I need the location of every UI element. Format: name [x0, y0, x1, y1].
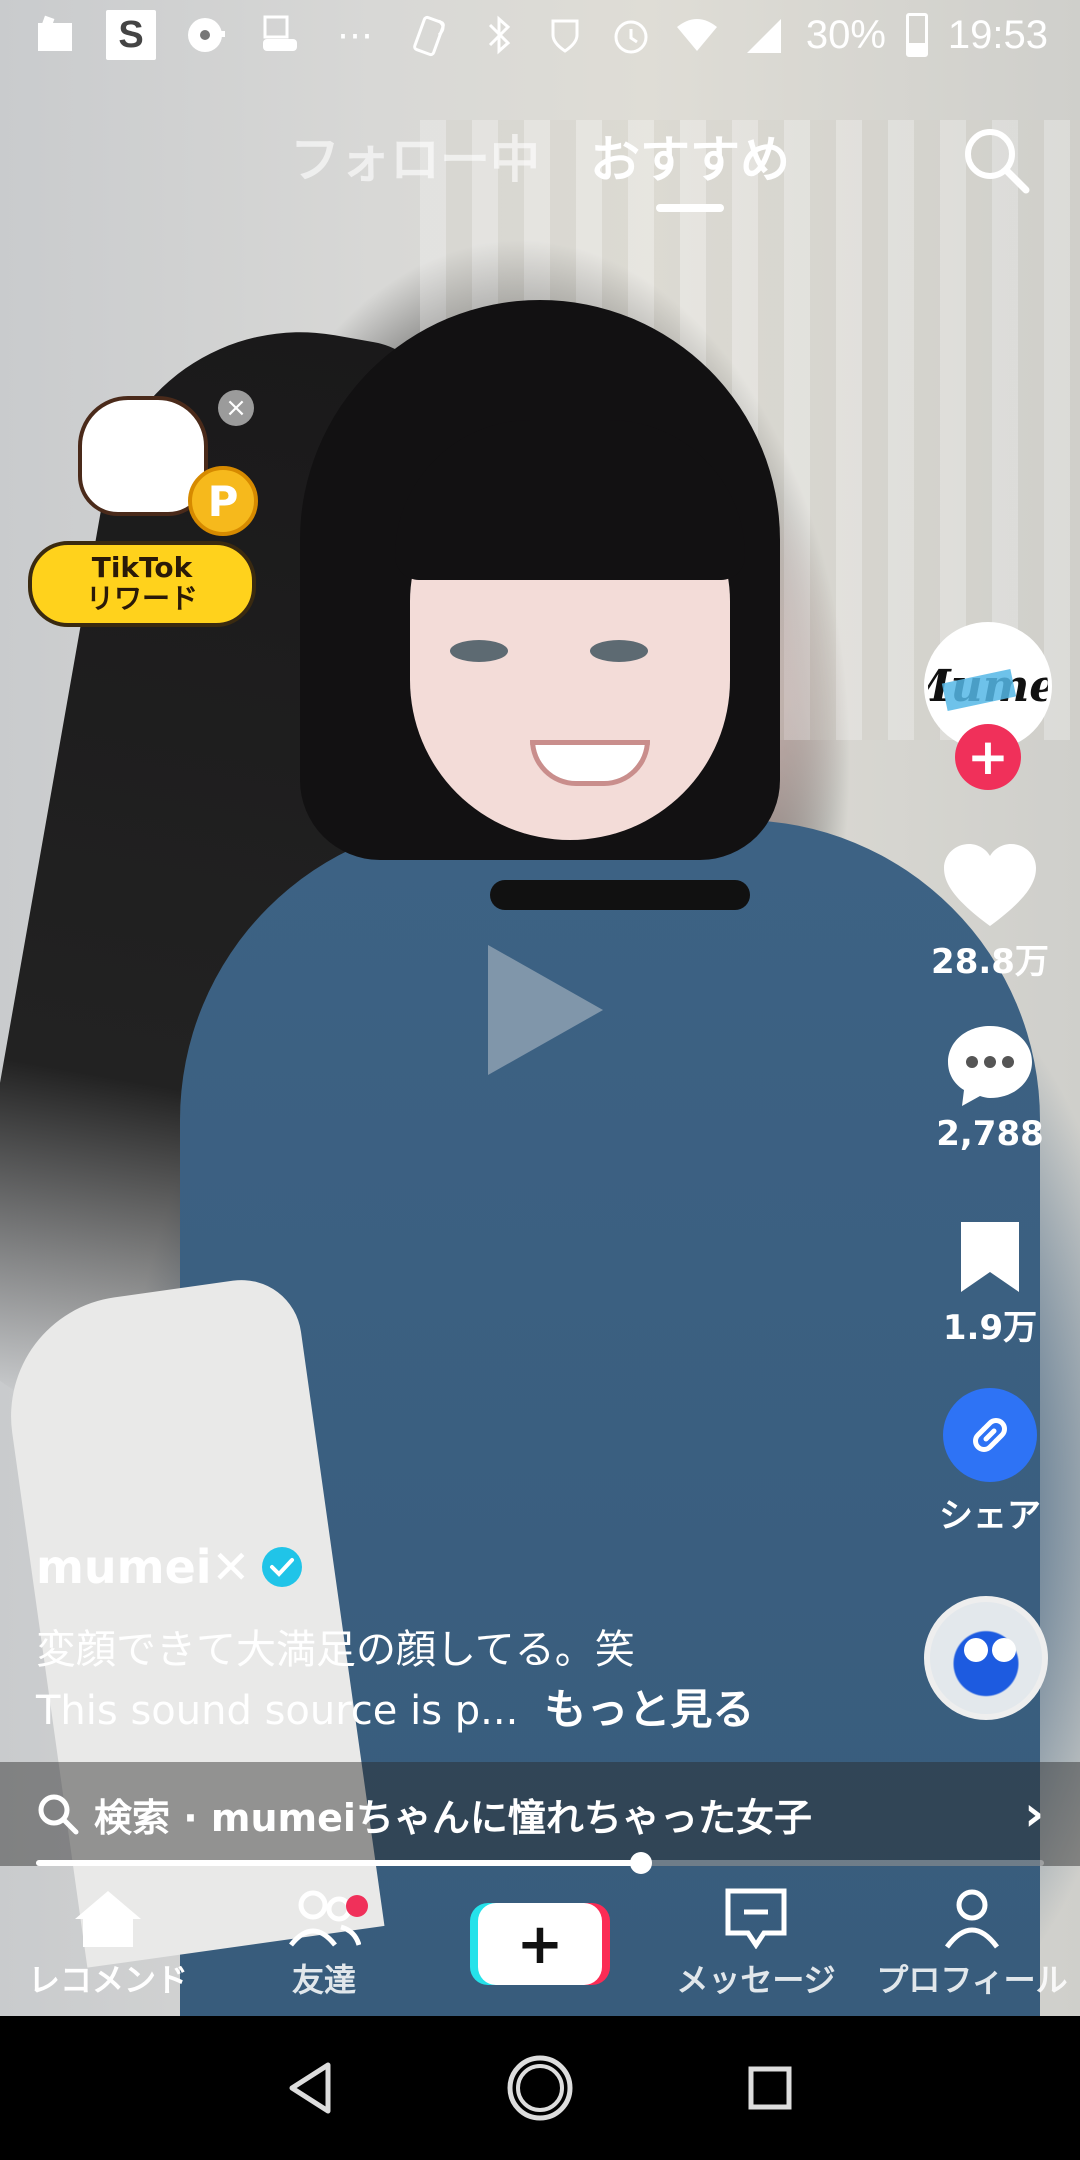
reward-line-1: TikTok	[91, 551, 193, 585]
car-notification-icon	[258, 12, 304, 58]
alarm-icon	[608, 12, 654, 58]
hearing-icon	[542, 12, 588, 58]
home-button-icon[interactable]	[505, 2053, 575, 2123]
nav-profile[interactable]: プロフィール	[864, 1887, 1080, 2001]
save-count: 1.9万	[942, 1308, 1038, 1348]
nav-inbox-label: メッセージ	[676, 1961, 836, 1999]
caption-text: 変顔できて大満足の顔してる。笑	[36, 1627, 635, 1673]
username-row[interactable]: mumei✕	[36, 1540, 303, 1594]
search-icon	[38, 1794, 79, 1835]
search-icon[interactable]	[960, 124, 1032, 196]
video-progress-thumb[interactable]	[629, 1852, 652, 1874]
chevron-right-icon: ›	[1024, 1786, 1044, 1842]
cell-signal-icon	[740, 12, 786, 58]
battery-icon	[905, 13, 928, 57]
nav-create[interactable]: +	[432, 1903, 648, 1985]
video-progress-bar[interactable]	[36, 1852, 1044, 1874]
nav-profile-label: プロフィール	[876, 1961, 1068, 1999]
share-label: シェア	[939, 1496, 1041, 1536]
link-icon	[943, 1388, 1037, 1482]
nav-home[interactable]: レコメンド	[0, 1887, 216, 2001]
like-count: 28.8万	[931, 942, 1049, 982]
battery-percent: 30%	[805, 12, 886, 57]
tab-for-you[interactable]: おすすめ	[590, 120, 790, 192]
reward-badge: TikTok リワード	[28, 541, 256, 627]
clock: 19:53	[947, 12, 1048, 57]
comment-count: 2,788	[936, 1114, 1044, 1154]
back-icon[interactable]	[286, 2061, 334, 2115]
nfc-icon	[410, 12, 456, 58]
profile-icon	[944, 1889, 1000, 1949]
verified-badge-icon	[262, 1547, 303, 1587]
caption-sound-text: This sound source is p...	[36, 1688, 519, 1734]
close-icon[interactable]: ×	[218, 390, 254, 426]
search-suggestion-bar[interactable]: 検索 · mumeiちゃんに憧れちゃった女子 ›	[0, 1762, 1080, 1866]
bottom-navigation: レコメンド 友達 + メッセージ プロフィール	[0, 1872, 1080, 2016]
friends-notification-dot	[346, 1895, 368, 1917]
heart-icon	[944, 844, 1036, 926]
nav-home-label: レコメンド	[27, 1961, 188, 1999]
create-plus-button[interactable]: +	[478, 1903, 602, 1985]
inbox-icon	[725, 1888, 787, 1949]
username[interactable]: mumei✕	[36, 1540, 250, 1594]
search-suggestion-text: 検索 · mumeiちゃんに憧れちゃった女子	[94, 1795, 812, 1840]
bookmark-icon	[961, 1222, 1019, 1292]
wifi-icon	[674, 12, 720, 58]
see-more-link[interactable]: もっと見る	[544, 1680, 754, 1740]
more-notifications-icon: ⋯	[337, 14, 373, 55]
video-eye-right	[590, 640, 648, 662]
music-notification-icon	[184, 12, 230, 58]
music-disc-eye-left	[964, 1638, 988, 1662]
system-navigation-bar	[0, 2016, 1080, 2160]
video-caption: 変顔できて大満足の顔してる。笑 This sound source is p..…	[36, 1620, 906, 1741]
comment-button[interactable]: 2,788	[920, 1022, 1060, 1154]
share-button[interactable]: シェア	[920, 1388, 1060, 1537]
save-button[interactable]: 1.9万	[920, 1218, 1060, 1349]
video-choker	[490, 880, 750, 910]
bluetooth-icon	[476, 12, 522, 58]
follow-button[interactable]: +	[955, 724, 1021, 790]
comment-icon	[948, 1026, 1032, 1106]
music-disc-eye-right	[992, 1638, 1016, 1662]
like-button[interactable]: 28.8万	[920, 842, 1060, 983]
video-eye-left	[450, 640, 508, 662]
feed-tabs: フォロー中 おすすめ	[0, 120, 1080, 192]
cast-icon	[32, 12, 78, 58]
tab-following[interactable]: フォロー中	[290, 120, 540, 192]
points-coin-icon: P	[188, 466, 258, 536]
home-icon	[75, 1891, 141, 1947]
video-progress-fill	[36, 1860, 641, 1866]
tiktok-reward-widget[interactable]: P TikTok リワード ×	[28, 390, 260, 628]
status-bar: S ⋯ 30% 19:53	[0, 0, 1080, 70]
nav-inbox[interactable]: メッセージ	[648, 1887, 864, 2001]
nav-friends[interactable]: 友達	[216, 1887, 432, 2001]
music-disc[interactable]	[924, 1596, 1048, 1720]
nav-friends-label: 友達	[291, 1961, 356, 1999]
play-icon[interactable]	[478, 935, 608, 1085]
reward-line-2: リワード	[85, 582, 198, 615]
s-app-icon: S	[106, 10, 156, 60]
recents-icon[interactable]	[746, 2064, 794, 2112]
